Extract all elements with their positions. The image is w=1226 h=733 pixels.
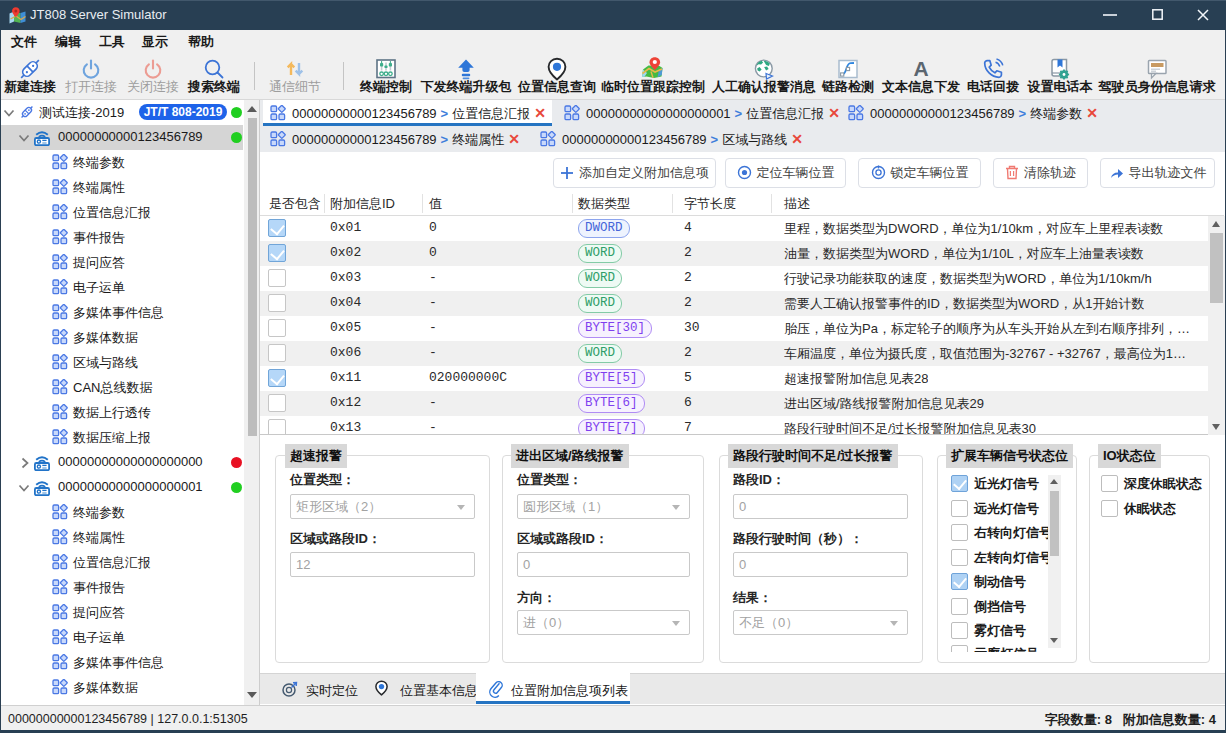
- svg-text:A: A: [913, 57, 928, 80]
